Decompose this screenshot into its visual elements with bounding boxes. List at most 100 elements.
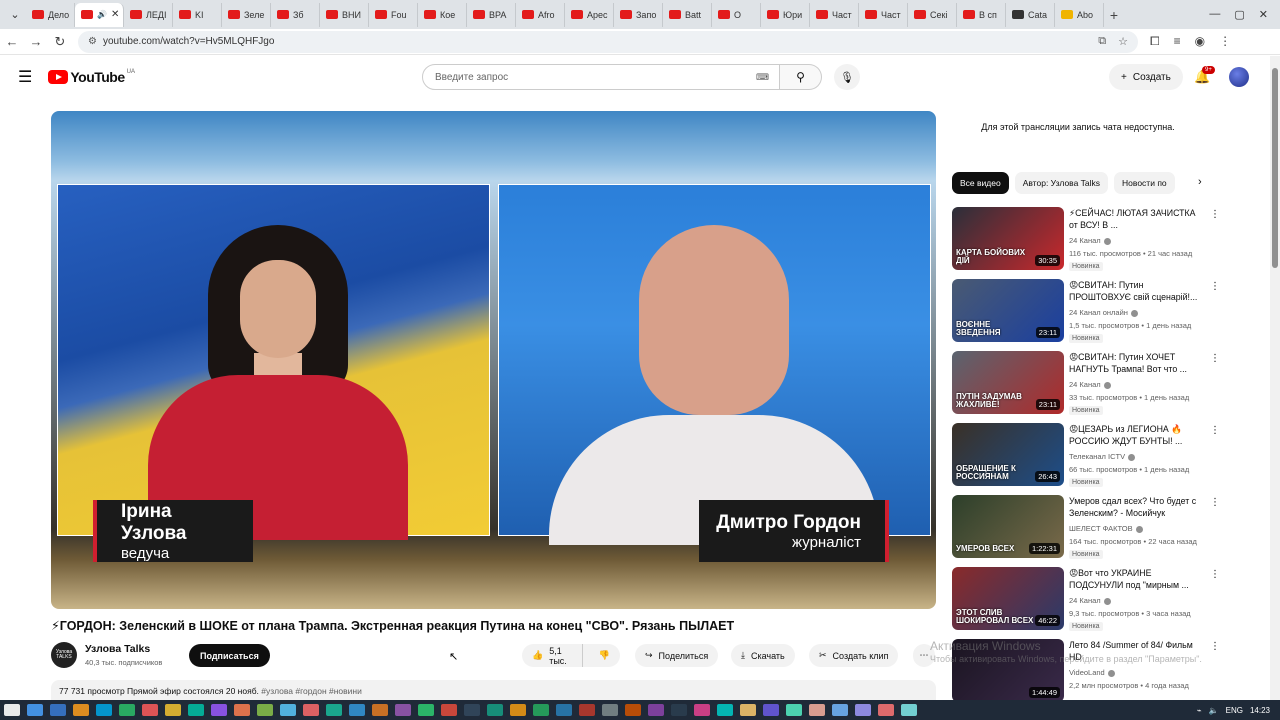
- share-button[interactable]: ↪ Поделиться: [635, 644, 719, 667]
- media-icon[interactable]: ≡: [1174, 34, 1181, 49]
- bookmark-star-icon[interactable]: ☆: [1118, 35, 1128, 48]
- browser-tab[interactable]: ВНИ: [320, 2, 369, 27]
- browser-tab[interactable]: ВРА: [467, 2, 516, 27]
- language-indicator[interactable]: ENG: [1226, 706, 1243, 715]
- taskbar-app-icon[interactable]: [95, 704, 112, 716]
- extensions-icon[interactable]: ⧠: [1150, 34, 1160, 49]
- taskbar-app-icon[interactable]: [877, 704, 894, 716]
- taskbar-app-icon[interactable]: [279, 704, 296, 716]
- recommended-title[interactable]: 😡СВИТАН: Путин ХОЧЕТ НАГНУТЬ Трампа! Вот…: [1069, 351, 1201, 375]
- browser-tab[interactable]: Cata: [1006, 2, 1055, 27]
- taskbar-app-icon[interactable]: [831, 704, 848, 716]
- browser-tab[interactable]: Запо: [614, 2, 663, 27]
- browser-menu-icon[interactable]: ⋮: [1219, 34, 1231, 49]
- taskbar-app-icon[interactable]: [233, 704, 250, 716]
- taskbar-app-icon[interactable]: [187, 704, 204, 716]
- taskbar-app-icon[interactable]: [256, 704, 273, 716]
- recommended-channel[interactable]: VideoLand: [1069, 668, 1115, 677]
- recommended-title[interactable]: 😡Вот что УКРАИНЕ ПОДСУНУЛИ под "мирным .…: [1069, 567, 1201, 591]
- volume-icon[interactable]: 🔈: [1209, 706, 1219, 715]
- channel-name[interactable]: Узлова Talks: [85, 643, 150, 655]
- taskbar-app-icon[interactable]: [808, 704, 825, 716]
- filter-chip[interactable]: Автор: Узлова Talks: [1014, 172, 1109, 194]
- taskbar-app-icon[interactable]: [693, 704, 710, 716]
- browser-tab[interactable]: KI: [173, 2, 222, 27]
- recommended-video[interactable]: ЭТОТ СЛИВ ШОКИРОВАЛ ВСЕХ 46:22 😡Вот что УК…: [952, 567, 1222, 639]
- recommended-video[interactable]: ОБРАЩЕНИЕ К РОССИЯНАМ 26:43 😡ЦЕЗАРЬ из ЛЕГ…: [952, 423, 1222, 495]
- recommended-title[interactable]: ⚡СЕЙЧАС! ЛЮТАЯ ЗАЧИСТКА от ВСУ! В ...: [1069, 207, 1201, 231]
- reload-icon[interactable]: ↻: [48, 34, 72, 50]
- new-tab-button[interactable]: +: [1104, 7, 1124, 23]
- recommended-title[interactable]: Умеров сдал всех? Что будет с Зеленским?…: [1069, 495, 1201, 519]
- video-thumbnail[interactable]: ОБРАЩЕНИЕ К РОССИЯНАМ 26:43: [952, 423, 1064, 486]
- account-avatar[interactable]: [1229, 67, 1249, 87]
- install-icon[interactable]: ⧉: [1098, 35, 1106, 48]
- taskbar-app-icon[interactable]: [647, 704, 664, 716]
- more-options-icon[interactable]: ⋮: [1210, 569, 1220, 580]
- hamburger-menu-icon[interactable]: ☰: [18, 67, 32, 87]
- taskbar-app-icon[interactable]: [371, 704, 388, 716]
- maximize-icon[interactable]: ▢: [1234, 8, 1244, 21]
- youtube-logo[interactable]: YouTube UA: [48, 69, 135, 85]
- browser-tab[interactable]: Част: [810, 2, 859, 27]
- video-player[interactable]: Ірина Узлова ведуча Дмитро Гордон журнал…: [51, 111, 936, 609]
- browser-tab[interactable]: Дело: [26, 2, 75, 27]
- like-button[interactable]: 👍 5,1 тыс.: [522, 644, 583, 667]
- recommended-channel[interactable]: Телеканал ICTV: [1069, 452, 1136, 461]
- video-thumbnail[interactable]: УМЕРОВ ВСЕХ 1:22:31: [952, 495, 1064, 558]
- close-window-icon[interactable]: ✕: [1259, 8, 1268, 21]
- taskbar-app-icon[interactable]: [509, 704, 526, 716]
- browser-tab[interactable]: В сп: [957, 2, 1006, 27]
- profile-icon[interactable]: ◉: [1195, 34, 1205, 49]
- taskbar-app-icon[interactable]: [486, 704, 503, 716]
- more-options-icon[interactable]: ⋮: [1210, 281, 1220, 292]
- filter-chip[interactable]: Все видео: [952, 172, 1009, 194]
- recommended-channel[interactable]: 24 Канал: [1069, 236, 1111, 245]
- recommended-video[interactable]: ВОЄННЕ ЗВЕДЕННЯ 23:11 😡СВИТАН: Путин ПРОШТ…: [952, 279, 1222, 351]
- tab-search-icon[interactable]: ⌄: [4, 4, 26, 26]
- taskbar-app-icon[interactable]: [900, 704, 917, 716]
- browser-tab[interactable]: Afro: [516, 2, 565, 27]
- recommended-title[interactable]: 😡ЦЕЗАРЬ из ЛЕГИОНА 🔥 РОССИЮ ЖДУТ БУНТЫ! …: [1069, 423, 1201, 447]
- more-options-icon[interactable]: ⋮: [1210, 425, 1220, 436]
- recommended-video[interactable]: УМЕРОВ ВСЕХ 1:22:31 Умеров сдал всех? Что …: [952, 495, 1222, 567]
- taskbar-app-icon[interactable]: [532, 704, 549, 716]
- taskbar-app-icon[interactable]: [49, 704, 66, 716]
- voice-search-button[interactable]: 🎙: [834, 64, 860, 90]
- taskbar-app-icon[interactable]: [118, 704, 135, 716]
- channel-avatar[interactable]: Узлова TALKS: [51, 642, 77, 668]
- subscribe-button[interactable]: Подписаться: [189, 644, 270, 667]
- browser-tab[interactable]: Зб: [271, 2, 320, 27]
- taskbar-app-icon[interactable]: [440, 704, 457, 716]
- taskbar-app-icon[interactable]: [739, 704, 756, 716]
- recommended-title[interactable]: 😡СВИТАН: Путин ПРОШТОВХУЄ свій сценарій!…: [1069, 279, 1201, 303]
- clock[interactable]: 14:23: [1250, 706, 1270, 715]
- url-field[interactable]: ⚙ youtube.com/watch?v=Hv5MLQHFJgo ⧉ ☆: [78, 30, 1138, 53]
- browser-tab[interactable]: Арес: [565, 2, 614, 27]
- recommended-channel[interactable]: ШЕЛЕСТ ФАКТОВ: [1069, 524, 1143, 533]
- tab-close-icon[interactable]: ✕: [111, 9, 119, 20]
- taskbar-app-icon[interactable]: [670, 704, 687, 716]
- taskbar-app-icon[interactable]: [578, 704, 595, 716]
- taskbar-app-icon[interactable]: [854, 704, 871, 716]
- audio-playing-icon[interactable]: 🔊: [97, 10, 107, 19]
- browser-tab[interactable]: 🔊 ✕: [75, 2, 124, 27]
- start-menu-icon[interactable]: [3, 704, 20, 716]
- taskbar-app-icon[interactable]: [785, 704, 802, 716]
- taskbar-app-icon[interactable]: [210, 704, 227, 716]
- browser-tab[interactable]: Fou: [369, 2, 418, 27]
- recommended-channel[interactable]: 24 Канал онлайн: [1069, 308, 1138, 317]
- forward-icon[interactable]: →: [24, 34, 48, 49]
- video-thumbnail[interactable]: КАРТА БОЙОВИХ ДІЙ 30:35: [952, 207, 1064, 270]
- browser-tab[interactable]: Юри: [761, 2, 810, 27]
- page-scrollbar[interactable]: [1270, 56, 1280, 700]
- taskbar-app-icon[interactable]: [463, 704, 480, 716]
- download-button[interactable]: ⤓ Скачать: [731, 644, 795, 667]
- filter-chip[interactable]: Новости по: [1114, 172, 1175, 194]
- recommended-video[interactable]: ПУТІН ЗАДУМАВ ЖАХЛИВЕ! 23:11 😡СВИТАН: Пути…: [952, 351, 1222, 423]
- browser-tab[interactable]: Batt: [663, 2, 712, 27]
- site-info-icon[interactable]: ⚙: [88, 36, 97, 47]
- video-thumbnail[interactable]: ЭТОТ СЛИВ ШОКИРОВАЛ ВСЕХ 46:22: [952, 567, 1064, 630]
- taskbar-app-icon[interactable]: [624, 704, 641, 716]
- browser-tab[interactable]: Abo: [1055, 2, 1104, 27]
